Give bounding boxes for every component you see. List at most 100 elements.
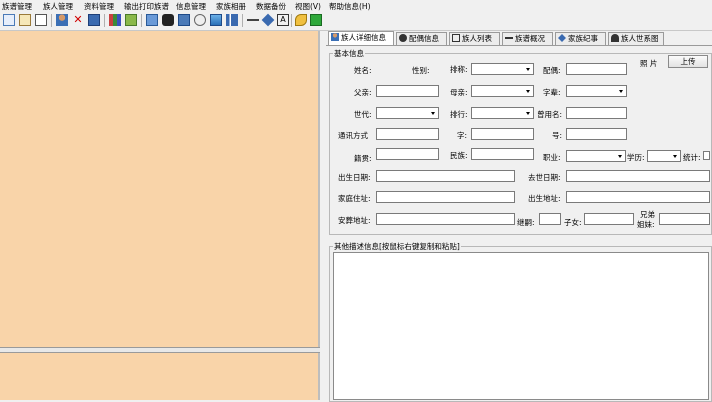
rank-label: 排行: [450,110,468,119]
nickname-label: 排称: [450,65,468,74]
edit-icon[interactable] [125,14,137,26]
chevron-down-icon[interactable] [524,108,533,118]
toolbar-separator [51,14,52,27]
chevron-down-icon[interactable] [524,64,533,74]
upload-button[interactable]: 上传 [668,55,708,68]
tab-member-list[interactable]: 族人列表 [449,32,500,45]
ethnic-field[interactable] [471,148,534,160]
menu-album[interactable]: 家族相册 [216,1,246,12]
open-book-icon[interactable] [19,14,31,26]
birthplace-field[interactable] [566,191,710,203]
heir-field[interactable] [539,213,561,225]
tab-member-details[interactable]: 族人详细信息 [328,31,394,46]
burial-address-field[interactable] [376,213,515,225]
occupation-select[interactable] [566,150,626,162]
settings-icon[interactable] [210,14,222,26]
photo-label: 照 片 [640,59,658,68]
overview-icon [505,37,513,42]
chevron-down-icon[interactable] [616,151,625,161]
member-list-pane[interactable] [0,353,320,400]
nickname-select[interactable] [471,63,534,75]
diamond-icon[interactable] [261,13,275,27]
exit-icon[interactable] [310,14,322,26]
birth-date-field[interactable] [376,170,515,182]
contact-field[interactable] [376,128,439,140]
spouse-icon [399,34,407,42]
menu-info[interactable]: 信息管理 [176,1,206,12]
description-textarea[interactable] [333,252,709,400]
family-tree-pane[interactable] [0,31,320,347]
key-icon[interactable] [295,14,307,26]
lineage-icon [611,34,619,42]
siblings-label-bottom: 姐妹: [637,220,655,229]
zi-label: 字: [457,131,468,140]
education-select[interactable] [647,150,681,162]
binoculars-icon[interactable] [162,14,174,26]
courtesy-select[interactable] [566,85,627,97]
tab-overview[interactable]: 族谱概况 [502,32,553,45]
menu-members[interactable]: 族人管理 [43,1,73,12]
book-icon[interactable] [35,14,47,26]
books-icon[interactable] [109,14,121,26]
father-field[interactable] [376,85,439,97]
chevron-down-icon[interactable] [524,86,533,96]
zi-field[interactable] [471,128,534,140]
chart-icon[interactable] [226,14,238,26]
list-icon [452,34,460,42]
spouse-label: 配偶: [543,66,561,75]
tab-spouse-info[interactable]: 配偶信息 [396,32,447,45]
native-place-label: 籍贯: [354,154,372,163]
font-icon[interactable]: A [277,14,289,26]
person-icon[interactable] [56,14,68,26]
menu-genealogy[interactable]: 族谱管理 [2,1,32,12]
gender-label: 性别: [412,66,430,75]
chevron-down-icon[interactable] [671,151,680,161]
stats-checkbox[interactable] [703,151,710,160]
home-address-field[interactable] [376,191,515,203]
occupation-label: 职业: [543,153,561,162]
rank-select[interactable] [471,107,534,119]
new-icon[interactable] [3,14,15,26]
children-label: 子女: [564,218,582,227]
photo-icon[interactable] [194,14,206,26]
burial-address-label: 安葬地址: [338,216,371,225]
siblings-field[interactable] [659,213,710,225]
link-icon[interactable] [247,19,259,25]
spouse-field[interactable] [566,63,627,75]
hao-field[interactable] [566,128,627,140]
menu-materials[interactable]: 资料管理 [84,1,114,12]
delete-icon[interactable]: ✕ [72,14,84,26]
save-icon[interactable] [88,14,100,26]
print-icon[interactable] [178,14,190,26]
father-label: 父亲: [354,88,372,97]
menu-print[interactable]: 输出打印族谱 [124,1,169,12]
death-date-label: 去世日期: [528,173,561,182]
basic-info-group [329,53,712,235]
native-place-field[interactable] [376,148,439,160]
death-date-field[interactable] [566,170,710,182]
tab-lineage-chart[interactable]: 族人世系图 [608,32,664,45]
toolbar-separator [141,14,142,27]
chevron-down-icon[interactable] [429,108,438,118]
stats-label: 统计: [683,153,701,162]
toolbar-separator [291,14,292,27]
generation-select[interactable] [376,107,439,119]
children-field[interactable] [584,213,634,225]
other-info-legend: 其他描述信息[按鼠标右键复制和粘贴] [333,241,461,252]
tab-chronicle[interactable]: 家族纪事 [555,32,606,45]
menu-help[interactable]: 帮助信息(H) [329,1,371,12]
used-name-field[interactable] [566,107,627,119]
menu-backup[interactable]: 数据备份 [256,1,286,12]
chevron-down-icon[interactable] [617,86,626,96]
basic-info-legend: 基本信息 [333,48,365,59]
education-label: 学历: [627,153,645,162]
hao-label: 号: [552,131,563,140]
courtesy-label: 字辈: [543,88,561,97]
tree-icon[interactable] [146,14,158,26]
ethnic-label: 民族: [450,151,468,160]
mother-select[interactable] [471,85,534,97]
menu-view[interactable]: 视图(V) [295,1,321,12]
generation-label: 世代: [354,110,372,119]
home-address-label: 家庭住址: [338,194,371,203]
toolbar-separator [104,14,105,27]
